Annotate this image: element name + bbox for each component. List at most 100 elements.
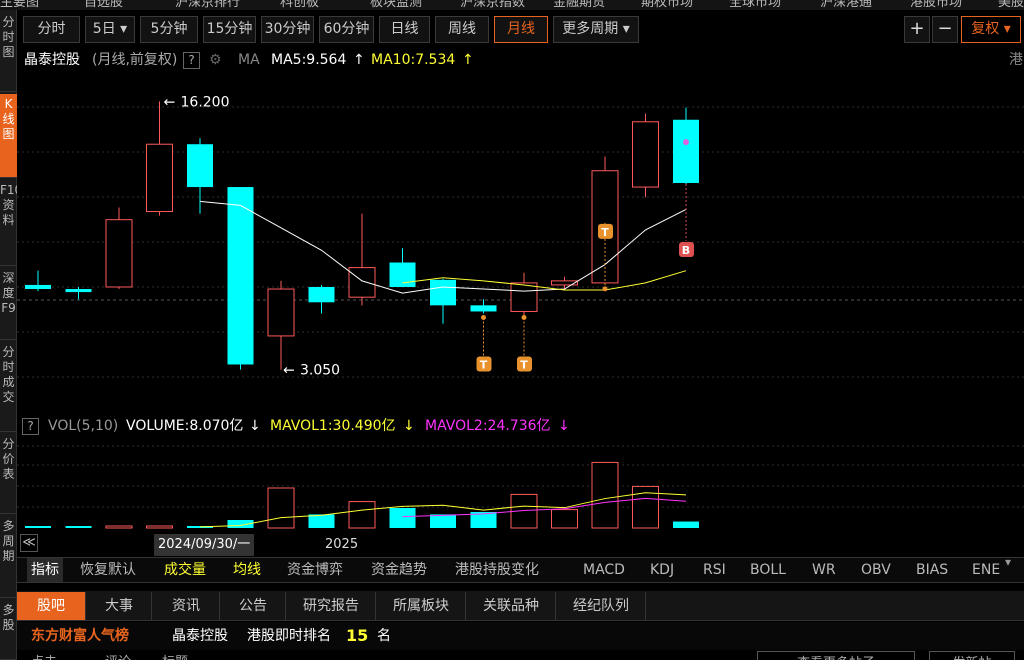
sidebar-item[interactable]: 深度F9	[0, 268, 17, 340]
sidebar-item[interactable]: 分时图	[0, 12, 17, 92]
help-icon[interactable]: ?	[183, 52, 200, 69]
more-posts-button[interactable]: 查看更多帖子	[757, 651, 915, 660]
volume-bar	[146, 525, 173, 529]
candle	[591, 156, 619, 285]
period-button[interactable]: 周线	[435, 16, 489, 43]
chart-header: 晶泰控股 (月线,前复权) ? ⚙ MA MA5:9.564 ↑ MA10:7.…	[17, 47, 1024, 73]
col-comments: 评论	[105, 651, 131, 660]
gear-icon[interactable]: ⚙	[209, 47, 222, 73]
period-button[interactable]: 更多周期 ▾	[553, 16, 639, 43]
period-toolbar: + − 复权 ▾ 分时 5日 ▾ 5分钟 15分钟 30分钟 60分钟 日线 周线 月线 更多周期…	[17, 12, 1024, 46]
sidebar-item[interactable]: 分价表	[0, 434, 17, 514]
candle	[267, 280, 295, 370]
info-tab[interactable]: 所属板块	[377, 592, 466, 620]
info-tab[interactable]: 研究报告	[287, 592, 376, 620]
period-button[interactable]: 日线	[379, 16, 430, 43]
signal-dot	[481, 314, 486, 320]
period-button[interactable]: 15分钟	[203, 16, 256, 43]
info-tab[interactable]: 股吧	[17, 592, 86, 620]
top-nav-item[interactable]: 港股市场	[910, 0, 962, 10]
candle-body	[25, 284, 51, 290]
top-nav-item[interactable]: 板块监测	[370, 0, 422, 10]
signal-t-icon: T	[476, 314, 492, 372]
top-nav-item[interactable]: 沪深港通	[820, 0, 872, 10]
info-tab[interactable]: 关联品种	[467, 592, 556, 620]
volume-bar	[551, 509, 578, 529]
volume-chart[interactable]	[17, 438, 1024, 533]
sidebar-item[interactable]: K线图	[0, 94, 17, 178]
indicator-tab[interactable]: 资金博弈	[287, 558, 343, 582]
period-button[interactable]: 5分钟	[140, 16, 198, 43]
low-arrow-icon: ←	[283, 363, 295, 379]
signal-letter: T	[480, 358, 488, 371]
candlestick-chart[interactable]: ← 16.200 ← 3.050 T T T B	[17, 73, 1024, 413]
candle	[430, 278, 456, 324]
top-nav-item[interactable]: 沪深京排行	[175, 0, 240, 10]
indicator-tab[interactable]: RSI	[703, 558, 726, 582]
indicator-tab[interactable]: 成交量	[164, 558, 206, 582]
indicator-tab[interactable]: 资金趋势	[371, 558, 427, 582]
sidebar-item[interactable]: F10资料	[0, 180, 17, 266]
sidebar-item[interactable]: 多周期	[0, 516, 17, 598]
zoom-out-button[interactable]: −	[932, 16, 958, 43]
indicator-tab[interactable]: 指标	[27, 558, 63, 582]
period-button[interactable]: 月线	[494, 16, 548, 43]
top-nav-item[interactable]: 主要图	[0, 0, 39, 10]
top-nav-item[interactable]: 美股	[998, 0, 1024, 10]
top-nav-item[interactable]: 沪深京指数	[460, 0, 525, 10]
candle-body	[348, 267, 376, 298]
volume-bar	[25, 526, 51, 528]
chart-mode: (月线,前复权)	[92, 52, 178, 68]
info-tab[interactable]: 资讯	[153, 592, 220, 620]
top-nav-item[interactable]: 科创板	[280, 0, 319, 10]
new-post-button[interactable]: 发新帖	[929, 651, 1015, 660]
collapse-icon[interactable]: ≪	[20, 534, 38, 552]
adjust-dropdown[interactable]: 复权 ▾	[961, 16, 1021, 43]
indicator-tab[interactable]: 港股持股变化	[455, 558, 539, 582]
indicator-tab[interactable]: OBV	[861, 558, 891, 582]
indicator-tab[interactable]: KDJ	[650, 558, 674, 582]
candle	[65, 286, 92, 300]
top-nav-item[interactable]: 自选股	[84, 0, 123, 10]
rank-title[interactable]: 东方财富人气榜	[31, 622, 129, 650]
volume-header: ? VOL(5,10) VOLUME:8.070亿 ↓ MAVOL1:30.49…	[17, 414, 1024, 438]
volume-bar	[105, 525, 133, 529]
sidebar-item[interactable]: 分时成交	[0, 342, 17, 432]
top-nav-item[interactable]: 全球市场	[729, 0, 781, 10]
candle-body	[389, 262, 416, 287]
top-nav-item[interactable]: 金融期货	[553, 0, 605, 10]
scroll-down-icon[interactable]: ▾	[1005, 550, 1011, 574]
signal-letter: T	[601, 226, 609, 239]
indicator-tab[interactable]: 均线	[233, 558, 261, 582]
volume-help-icon[interactable]: ?	[22, 418, 39, 435]
info-tab[interactable]: 公告	[221, 592, 286, 620]
info-tab[interactable]: 大事	[87, 592, 152, 620]
info-tab[interactable]: 经纪队列	[557, 592, 646, 620]
period-button[interactable]: 60分钟	[319, 16, 374, 43]
indicator-tab[interactable]: BOLL	[750, 558, 786, 582]
candle	[632, 113, 659, 198]
indicator-tab[interactable]: MACD	[583, 558, 625, 582]
ma-label[interactable]: MA	[238, 47, 260, 73]
top-nav-item[interactable]: 期权市场	[641, 0, 693, 10]
candle	[389, 248, 416, 287]
indicator-tab[interactable]: BIAS	[916, 558, 948, 582]
sidebar-item[interactable]: 多股	[0, 600, 17, 660]
indicator-tab[interactable]: WR	[812, 558, 836, 582]
volume-down-arrow-icon: ↓	[249, 418, 261, 434]
ma10-value: MA10:7.534	[371, 52, 456, 68]
period-button[interactable]: 5日 ▾	[85, 16, 135, 43]
popularity-rank-bar: 东方财富人气榜 晶泰控股 港股即时排名 15 名	[17, 622, 1024, 650]
indicator-tab[interactable]: ENE	[972, 558, 1000, 582]
candle-body	[510, 282, 538, 312]
period-button[interactable]: 分时	[23, 16, 80, 43]
candle-body	[551, 280, 578, 286]
indicator-tab[interactable]: 恢复默认	[80, 558, 136, 582]
zoom-in-button[interactable]: +	[904, 16, 930, 43]
volume-bar	[430, 514, 456, 528]
crosshair-date-label: 2024/09/30/一	[154, 534, 255, 556]
rank-label: 港股即时排名	[247, 628, 331, 644]
volume-indicator-name[interactable]: VOL(5,10)	[48, 414, 118, 438]
candle	[105, 207, 133, 290]
period-button[interactable]: 30分钟	[261, 16, 314, 43]
